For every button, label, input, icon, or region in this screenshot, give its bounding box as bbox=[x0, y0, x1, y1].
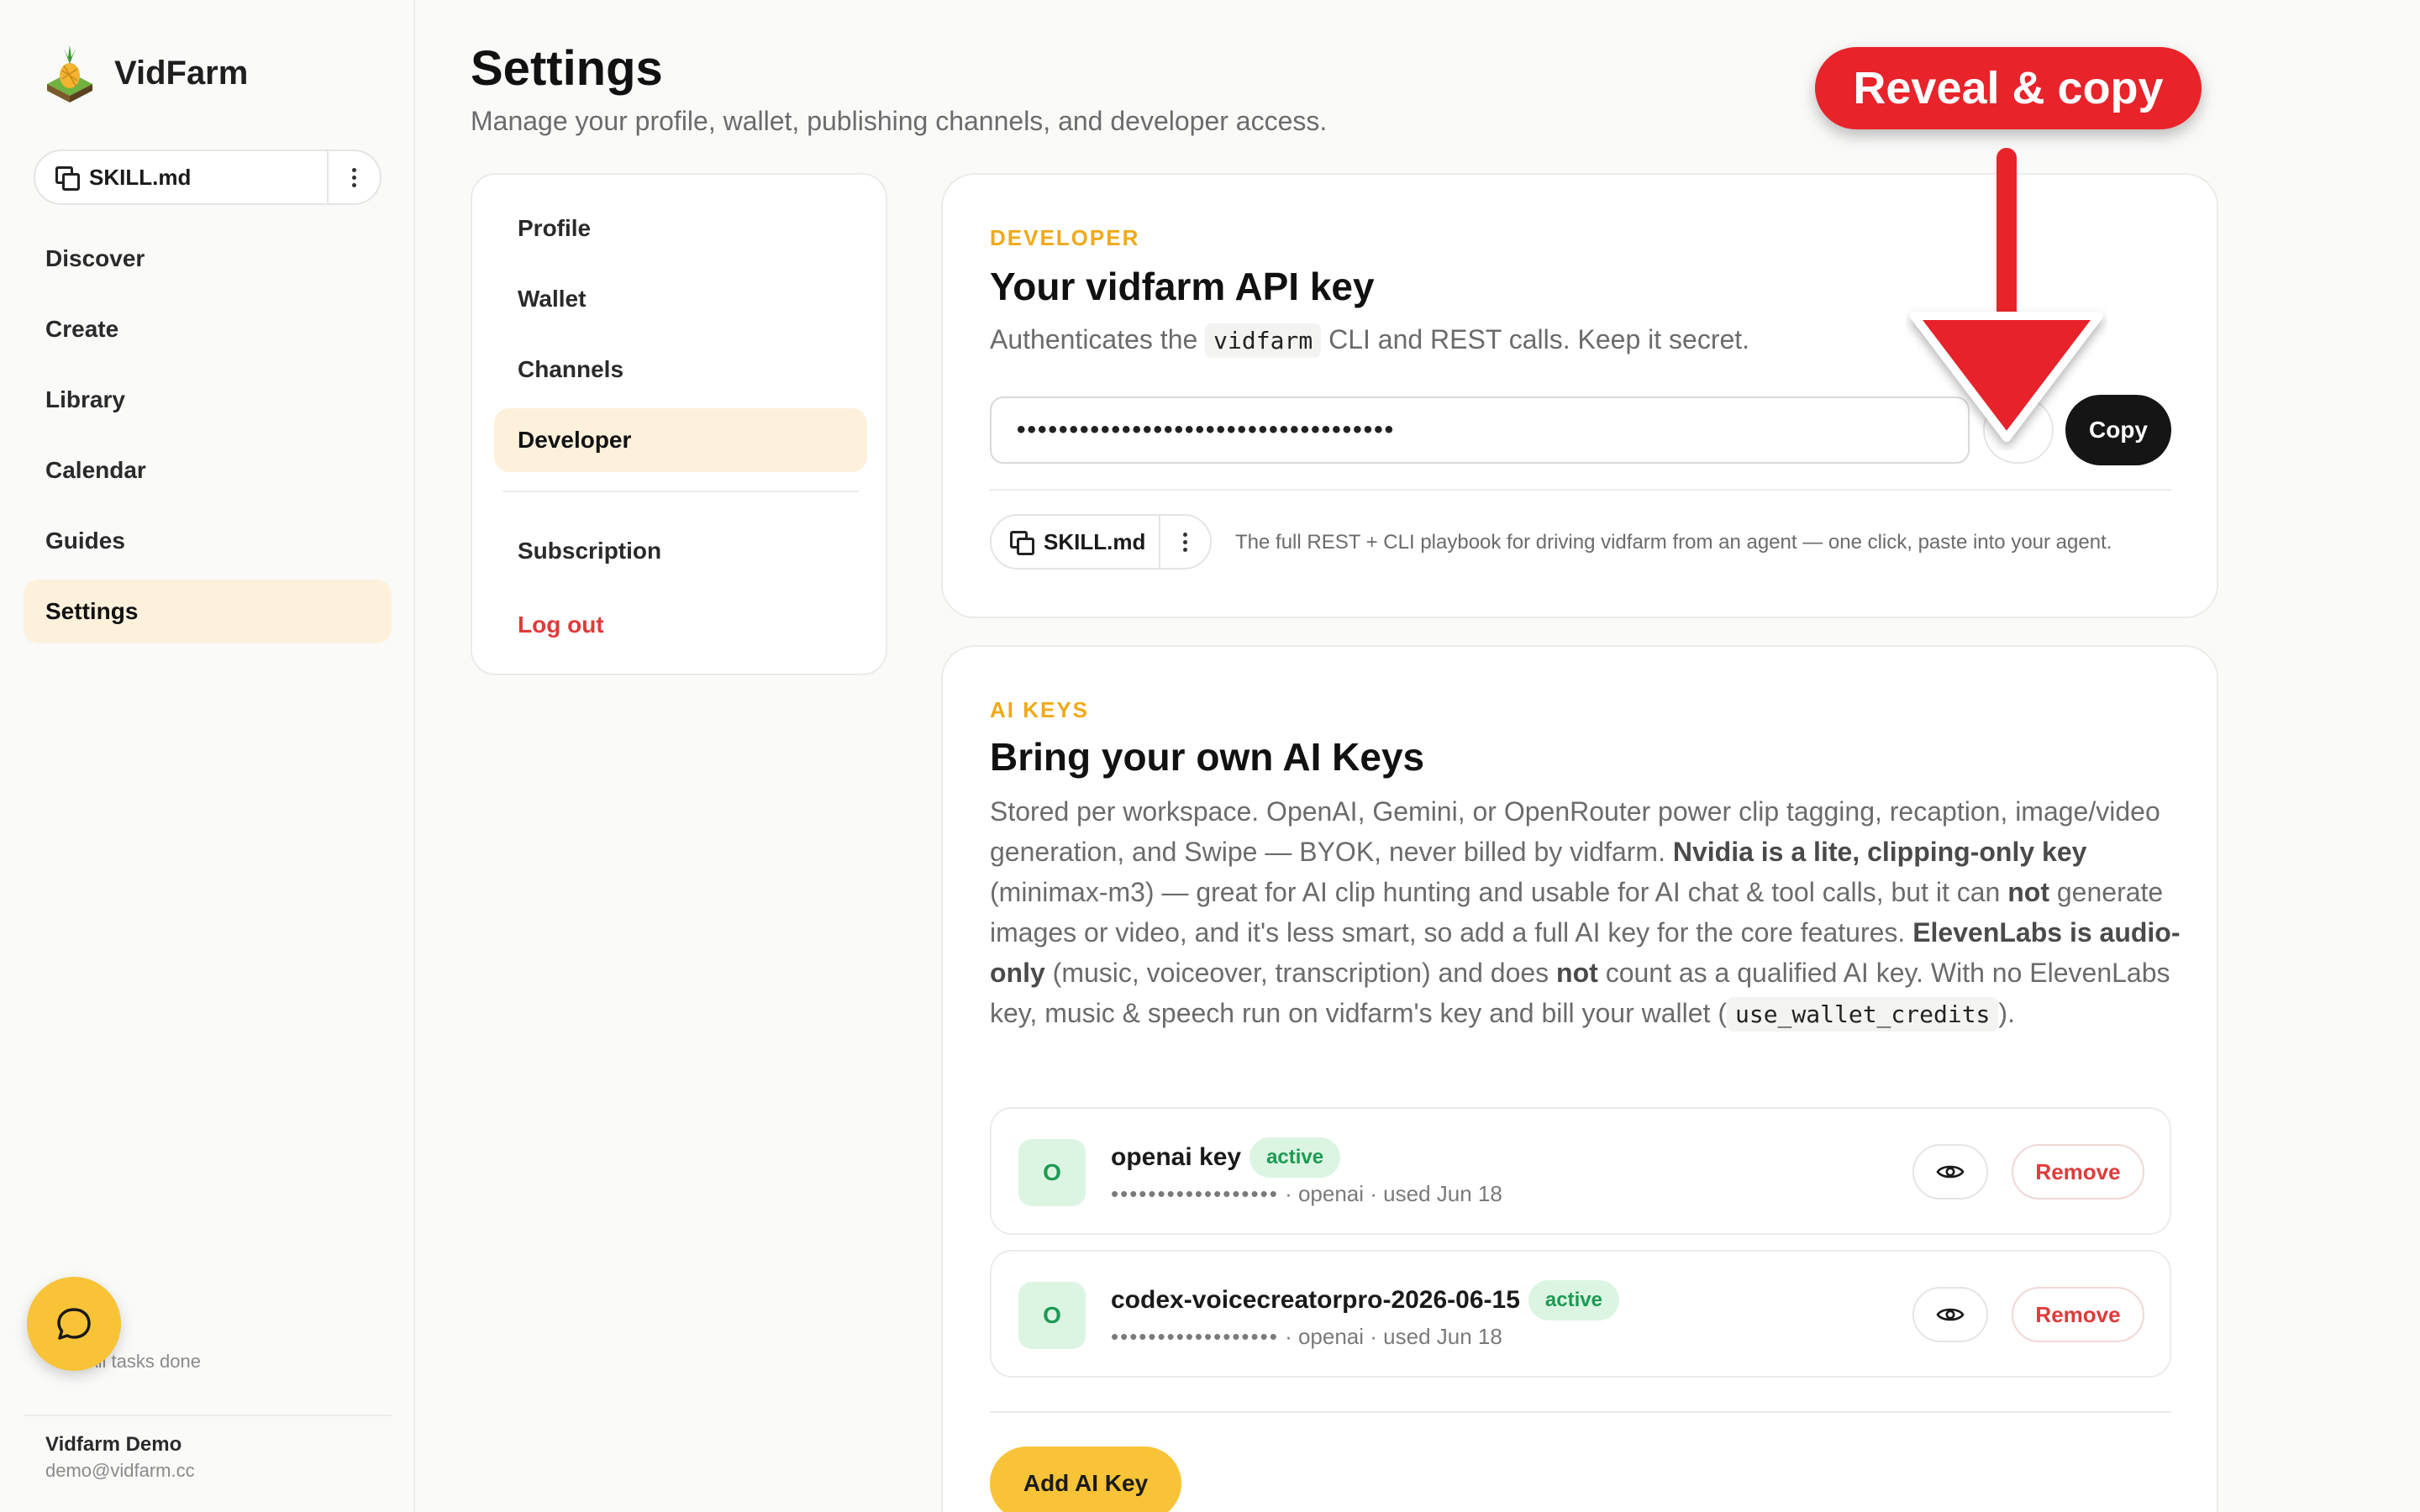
skill-md-label: SKILL.md bbox=[89, 164, 192, 190]
brand[interactable]: VidFarm bbox=[42, 42, 248, 104]
main-nav: Discover Create Library Calendar Guides … bbox=[24, 227, 392, 650]
api-key-desc-prefix: Authenticates the bbox=[990, 324, 1198, 354]
user-name: Vidfarm Demo bbox=[45, 1433, 182, 1456]
key-name-line: codex-voicecreatorpro-2026-06-15 active bbox=[1111, 1280, 1619, 1320]
api-key-desc-code: vidfarm bbox=[1205, 323, 1322, 358]
page-subtitle: Manage your profile, wallet, publishing … bbox=[471, 106, 1328, 136]
skill-md-copy-button[interactable]: SKILL.md bbox=[35, 151, 327, 203]
nav-item-calendar[interactable]: Calendar bbox=[24, 438, 392, 502]
developer-eyebrow: DEVELOPER bbox=[990, 225, 1140, 250]
key-avatar: O bbox=[1018, 1139, 1086, 1206]
add-ai-key-button[interactable]: Add AI Key bbox=[990, 1446, 1181, 1512]
reveal-copy-callout: Reveal & copy bbox=[1815, 47, 2202, 129]
logout-link[interactable]: Log out bbox=[494, 593, 867, 657]
remove-ai-key-button[interactable]: Remove bbox=[2012, 1144, 2144, 1200]
api-key-desc-suffix: CLI and REST calls. Keep it secret. bbox=[1328, 324, 1750, 354]
ai-keys-card: AI KEYS Bring your own AI Keys Stored pe… bbox=[941, 645, 2218, 1512]
key-name: openai key bbox=[1111, 1143, 1242, 1171]
settings-nav-divider bbox=[502, 491, 859, 492]
key-usage: · openai · used Jun 18 bbox=[1278, 1181, 1502, 1206]
settings-tab-profile[interactable]: Profile bbox=[494, 197, 867, 260]
remove-ai-key-button[interactable]: Remove bbox=[2012, 1287, 2144, 1342]
nav-item-discover[interactable]: Discover bbox=[24, 227, 392, 291]
nav-item-guides[interactable]: Guides bbox=[24, 509, 392, 573]
arrow-down-icon bbox=[1910, 148, 2103, 442]
developer-skill-md-pill: SKILL.md bbox=[990, 514, 1212, 570]
settings-tab-wallet[interactable]: Wallet bbox=[494, 267, 867, 331]
ai-key-row: O openai key active •••••••••••••••••• ·… bbox=[990, 1107, 2171, 1235]
ai-desc-text: (music, voiceover, transcription) and do… bbox=[1044, 958, 1557, 988]
chat-bubble-icon bbox=[57, 1308, 91, 1340]
key-mask: •••••••••••••••••• bbox=[1111, 1324, 1279, 1349]
user-divider bbox=[24, 1415, 392, 1416]
key-meta: •••••••••••••••••• · openai · used Jun 1… bbox=[1111, 1324, 1502, 1350]
settings-nav: Profile Wallet Channels Developer Subscr… bbox=[471, 173, 887, 675]
sidebar: VidFarm SKILL.md Discover Create Library… bbox=[0, 0, 415, 1512]
ai-desc-emphasis: not bbox=[1556, 958, 1598, 988]
settings-tab-channels[interactable]: Channels bbox=[494, 338, 867, 402]
key-name: codex-voicecreatorpro-2026-06-15 bbox=[1111, 1286, 1520, 1314]
settings-tab-developer[interactable]: Developer bbox=[494, 408, 867, 472]
more-vertical-icon bbox=[1183, 532, 1188, 552]
settings-tab-subscription[interactable]: Subscription bbox=[494, 519, 867, 583]
key-name-line: openai key active bbox=[1111, 1137, 1341, 1178]
ai-desc-code: use_wallet_credits bbox=[1726, 997, 1999, 1032]
developer-skill-md-copy-button[interactable]: SKILL.md bbox=[992, 516, 1159, 568]
developer-skill-md-label: SKILL.md bbox=[1044, 528, 1146, 554]
key-mask: •••••••••••••••••• bbox=[1111, 1181, 1279, 1206]
api-key-description: Authenticates the vidfarm CLI and REST c… bbox=[990, 323, 1750, 358]
page-title: Settings bbox=[471, 41, 663, 96]
copy-icon bbox=[1010, 531, 1034, 555]
key-usage: · openai · used Jun 18 bbox=[1278, 1324, 1502, 1349]
ai-desc-emphasis: Nvidia is a lite, clipping-only key bbox=[1672, 837, 2087, 867]
nav-item-create[interactable]: Create bbox=[24, 297, 392, 361]
ai-desc-text: ). bbox=[1998, 998, 2015, 1028]
copy-icon bbox=[55, 166, 80, 191]
developer-skill-md-menu-button[interactable] bbox=[1159, 516, 1210, 568]
ai-keys-divider bbox=[990, 1411, 2171, 1413]
reveal-ai-key-button[interactable] bbox=[1912, 1287, 1988, 1342]
key-avatar: O bbox=[1018, 1282, 1086, 1349]
status-badge: active bbox=[1249, 1137, 1341, 1178]
api-key-field[interactable]: •••••••••••••••••••••••••••••••••••• bbox=[990, 396, 1970, 464]
api-key-title: Your vidfarm API key bbox=[990, 265, 1375, 308]
nav-item-library[interactable]: Library bbox=[24, 368, 392, 432]
chat-button[interactable] bbox=[27, 1277, 121, 1371]
status-badge: active bbox=[1528, 1280, 1619, 1320]
eye-icon bbox=[1936, 1165, 1965, 1179]
skill-md-menu-button[interactable] bbox=[326, 151, 380, 203]
nav-item-settings[interactable]: Settings bbox=[24, 580, 392, 643]
ai-key-row: O codex-voicecreatorpro-2026-06-15 activ… bbox=[990, 1250, 2171, 1378]
skill-md-pill: SKILL.md bbox=[34, 150, 381, 205]
ai-desc-emphasis: not bbox=[2007, 877, 2049, 907]
brand-name: VidFarm bbox=[114, 54, 249, 92]
reveal-ai-key-button[interactable] bbox=[1912, 1144, 1988, 1200]
pineapple-farm-logo-icon bbox=[47, 45, 92, 102]
key-meta: •••••••••••••••••• · openai · used Jun 1… bbox=[1111, 1181, 1502, 1207]
eye-icon bbox=[1936, 1308, 1965, 1321]
ai-keys-eyebrow: AI KEYS bbox=[990, 697, 1090, 722]
developer-divider bbox=[990, 489, 2171, 491]
more-vertical-icon bbox=[351, 167, 356, 187]
ai-keys-title: Bring your own AI Keys bbox=[990, 735, 1425, 779]
ai-desc-text: (minimax-m3) — great for AI clip hunting… bbox=[990, 877, 2008, 907]
ai-keys-description: Stored per workspace. OpenAI, Gemini, or… bbox=[990, 791, 2183, 1035]
skill-md-note: The full REST + CLI playbook for driving… bbox=[1235, 531, 2112, 554]
user-email: demo@vidfarm.cc bbox=[45, 1460, 195, 1481]
